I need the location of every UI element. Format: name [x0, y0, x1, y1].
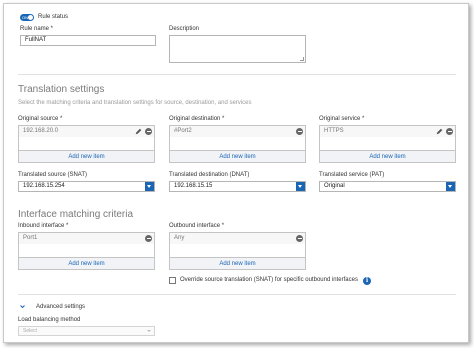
add-new-item-button[interactable]: Add new item [170, 150, 305, 162]
nat-rule-form: ON Rule status Rule name * FullNAT Descr… [3, 3, 469, 343]
interface-matching-title: Interface matching criteria [18, 209, 134, 220]
translation-settings-title: Translation settings [18, 84, 105, 95]
original-source-list: 192.168.20.0 Add new item [18, 125, 155, 163]
load-balancing-label: Load balancing method [18, 317, 81, 323]
remove-icon[interactable] [145, 235, 152, 242]
list-item-label: 192.168.20.0 [23, 128, 59, 134]
list-item-label: Any [174, 235, 185, 241]
select-value: Select [23, 328, 37, 334]
list-item: Any [170, 233, 305, 244]
override-snat-label: Override source translation (SNAT) for s… [180, 277, 358, 283]
dropdown-caret-icon[interactable] [446, 182, 455, 191]
pencil-icon[interactable] [436, 128, 443, 135]
override-snat-checkbox[interactable] [169, 277, 176, 284]
original-service-list: HTTPS Add new item [319, 125, 456, 163]
translated-source-label: Translated source (SNAT) [18, 172, 88, 178]
info-icon[interactable]: i [363, 277, 371, 285]
original-service-label: Original service * [319, 116, 365, 122]
inbound-interface-label: Inbound interface * [18, 223, 69, 229]
translation-settings-hint: Select the matching criteria and transla… [18, 100, 252, 106]
description-label: Description [169, 26, 200, 32]
select-value: 192.168.15.254 [23, 183, 65, 189]
remove-icon[interactable] [296, 235, 303, 242]
rule-name-label: Rule name * [20, 26, 54, 32]
list-item-label: #Port2 [174, 128, 192, 134]
add-new-item-button[interactable]: Add new item [19, 257, 154, 269]
resize-grip-icon[interactable] [300, 57, 304, 61]
translated-destination-label: Translated destination (DNAT) [169, 172, 250, 178]
remove-icon[interactable] [446, 128, 453, 135]
original-source-label: Original source * [18, 116, 63, 122]
list-item: Port1 [19, 233, 154, 244]
list-item: HTTPS [320, 126, 455, 137]
remove-icon[interactable] [145, 128, 152, 135]
add-new-item-button[interactable]: Add new item [19, 150, 154, 162]
list-item-label: Port1 [23, 235, 38, 241]
advanced-settings-toggle[interactable]: Advanced settings [36, 304, 85, 310]
dropdown-caret-icon [147, 330, 151, 332]
add-new-item-button[interactable]: Add new item [320, 150, 455, 162]
select-value: 192.168.15.15 [174, 183, 213, 189]
rule-status-label: Rule status [38, 14, 69, 20]
rule-status-toggle[interactable]: ON [20, 14, 34, 21]
list-item-label: HTTPS [324, 128, 344, 134]
description-textarea[interactable] [169, 35, 306, 63]
outbound-interface-list: Any Add new item [169, 232, 306, 270]
toggle-text: ON [22, 15, 28, 20]
translated-destination-select[interactable]: 192.168.15.15 [169, 181, 306, 192]
translated-service-label: Translated service (PAT) [319, 172, 385, 178]
outbound-interface-label: Outbound interface * [169, 223, 225, 229]
dropdown-caret-icon[interactable] [296, 182, 305, 191]
dropdown-caret-icon[interactable] [145, 182, 154, 191]
load-balancing-select: Select [18, 326, 155, 336]
list-item: #Port2 [170, 126, 305, 137]
original-destination-list: #Port2 Add new item [169, 125, 306, 163]
original-destination-label: Original destination * [169, 116, 225, 122]
divider [18, 294, 456, 295]
inbound-interface-list: Port1 Add new item [18, 232, 155, 270]
list-item: 192.168.20.0 [19, 126, 154, 137]
add-new-item-button[interactable]: Add new item [170, 257, 305, 269]
select-value: Original [324, 183, 345, 189]
divider [18, 74, 456, 75]
translated-source-select[interactable]: 192.168.15.254 [18, 181, 155, 192]
rule-name-input[interactable]: FullNAT [20, 35, 156, 46]
translated-service-select[interactable]: Original [319, 181, 456, 192]
pencil-icon[interactable] [135, 128, 142, 135]
remove-icon[interactable] [296, 128, 303, 135]
chevron-down-icon[interactable] [20, 304, 25, 309]
